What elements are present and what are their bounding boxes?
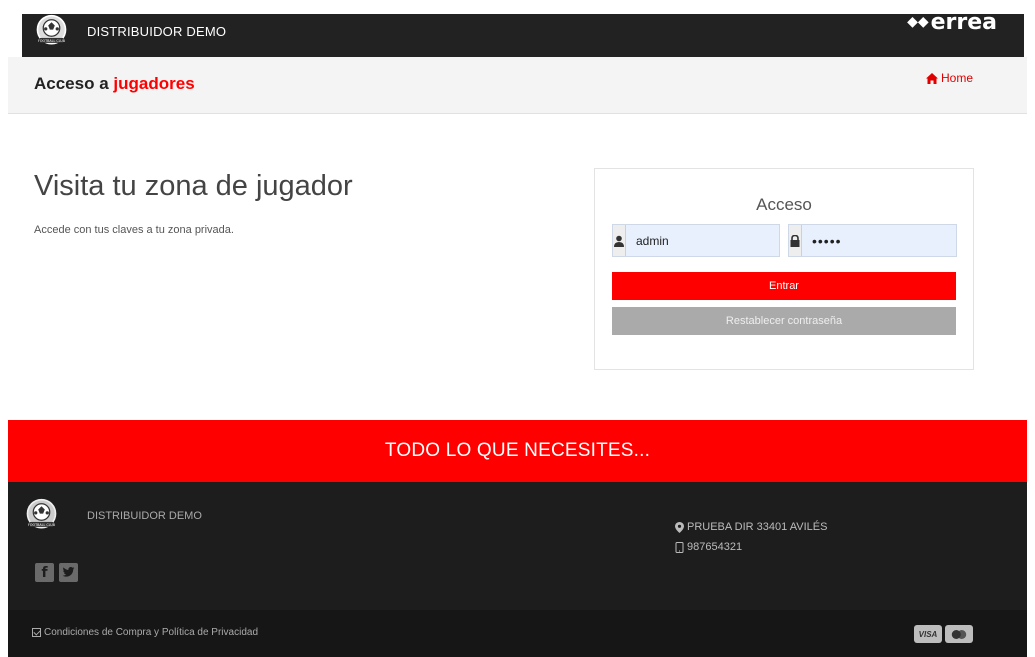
partner-logo-mark: ◆◆: [907, 14, 929, 30]
lock-icon-addon: [789, 225, 802, 256]
username-group: [612, 224, 791, 257]
footer: FOOTBALL CLUB DISTRIBUIDOR DEMO f PRUEBA…: [8, 482, 1027, 610]
twitter-icon[interactable]: [59, 563, 78, 582]
top-bar: FOOTBALL CLUB DISTRIBUIDOR DEMO ◆◆ errea: [0, 0, 1035, 57]
partner-logo[interactable]: ◆◆ errea: [907, 9, 997, 35]
footer-address: PRUEBA DIR 33401 AVILÉS: [687, 521, 828, 533]
facebook-icon[interactable]: f: [35, 563, 54, 582]
logo-text: FOOTBALL CLUB: [38, 39, 66, 43]
club-logo[interactable]: FOOTBALL CLUB: [35, 14, 68, 47]
breadcrumb-home-link[interactable]: Home: [941, 71, 973, 85]
lock-icon: [790, 234, 800, 247]
user-icon-addon: [613, 225, 626, 256]
top-bar-inner: FOOTBALL CLUB DISTRIBUIDOR DEMO ◆◆ errea: [22, 10, 1024, 57]
page-title-accent: jugadores: [113, 74, 195, 93]
login-panel: Acceso Entrar Restablecer contraseña: [594, 168, 993, 370]
phone-row: 987654321: [675, 537, 827, 557]
partner-logo-text: errea: [930, 9, 997, 35]
legal-link-text[interactable]: Condiciones de Compra y Política de Priv…: [44, 627, 258, 638]
login-button[interactable]: Entrar: [612, 272, 956, 300]
brand-name[interactable]: DISTRIBUIDOR DEMO: [87, 24, 226, 39]
password-input[interactable]: [802, 225, 993, 256]
page-title: Acceso a jugadores: [34, 74, 195, 94]
user-icon: [614, 235, 624, 247]
hero-title: Visita tu zona de jugador: [34, 170, 353, 202]
footer-phone: 987654321: [687, 541, 743, 553]
social-links: f: [35, 563, 78, 582]
reset-password-button[interactable]: Restablecer contraseña: [612, 307, 956, 335]
visa-icon: VISA: [914, 625, 942, 643]
footer-brand-name: DISTRIBUIDOR DEMO: [87, 510, 202, 522]
home-icon: [925, 72, 938, 84]
hero-subtitle: Accede con tus claves a tu zona privada.: [34, 224, 234, 236]
promo-banner: TODO LO QUE NECESITES...: [8, 420, 1027, 482]
footer-logo-text: FOOTBALL CLUB: [28, 523, 56, 527]
mastercard-icon: [945, 625, 973, 643]
page-header: Acceso a jugadores Home: [8, 57, 1027, 114]
bottom-bar: Condiciones de Compra y Política de Priv…: [8, 610, 1027, 657]
password-group: [788, 224, 993, 257]
page-title-prefix: Acceso a: [34, 74, 109, 93]
username-input[interactable]: [626, 225, 791, 256]
promo-text: TODO LO QUE NECESITES...: [384, 440, 651, 461]
address-row: PRUEBA DIR 33401 AVILÉS: [675, 517, 827, 537]
check-square-icon: [32, 628, 41, 637]
breadcrumb[interactable]: Home: [925, 71, 973, 85]
footer-club-logo[interactable]: FOOTBALL CLUB: [25, 498, 58, 531]
login-title: Acceso: [756, 195, 812, 214]
legal-link[interactable]: Condiciones de Compra y Política de Priv…: [32, 627, 258, 638]
map-marker-icon: [675, 521, 684, 533]
mobile-phone-icon: [675, 541, 684, 553]
contact-info: PRUEBA DIR 33401 AVILÉS 987654321: [675, 517, 827, 557]
payment-methods: VISA: [914, 625, 973, 643]
